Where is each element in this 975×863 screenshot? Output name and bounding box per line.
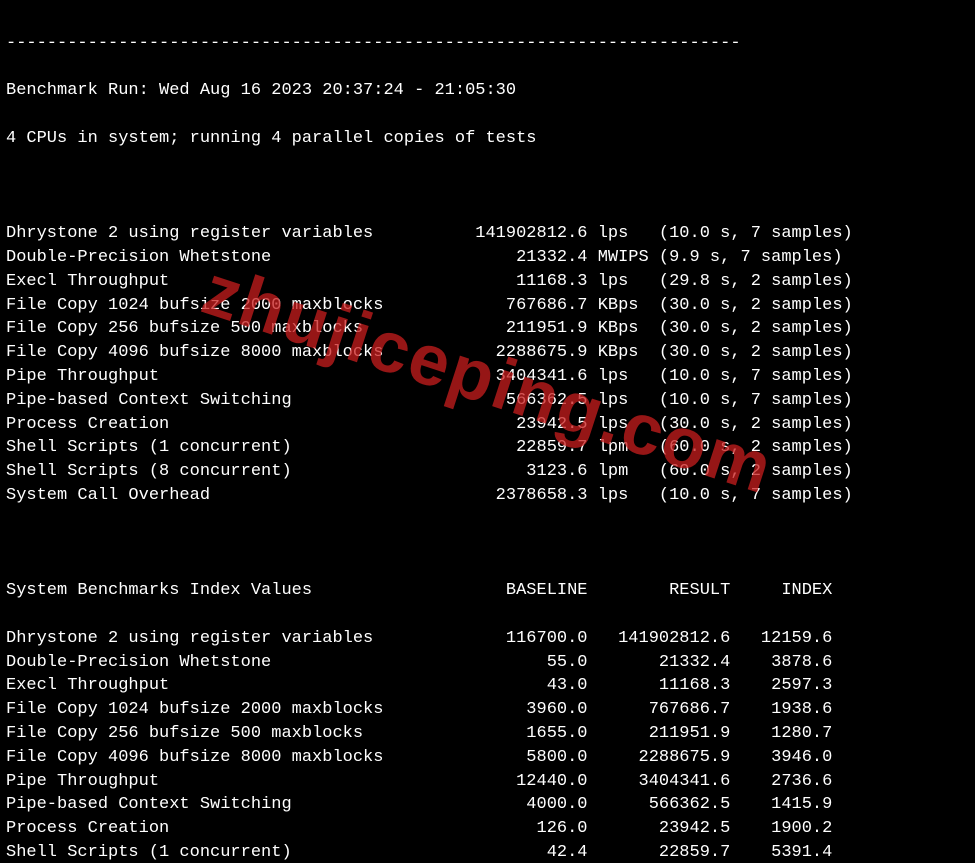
cpu-info-line: 4 CPUs in system; running 4 parallel cop…: [6, 127, 969, 151]
index-row-line: Pipe-based Context Switching 4000.0 5663…: [6, 793, 969, 817]
index-row-line: Double-Precision Whetstone 55.0 21332.4 …: [6, 651, 969, 675]
index-row-line: Shell Scripts (1 concurrent) 42.4 22859.…: [6, 841, 969, 863]
test-result-line: File Copy 4096 bufsize 8000 maxblocks 22…: [6, 341, 969, 365]
tests-block: Dhrystone 2 using register variables 141…: [6, 222, 969, 508]
test-result-line: Shell Scripts (8 concurrent) 3123.6 lpm …: [6, 460, 969, 484]
index-row-line: File Copy 256 bufsize 500 maxblocks 1655…: [6, 722, 969, 746]
test-result-line: File Copy 256 bufsize 500 maxblocks 2119…: [6, 317, 969, 341]
test-result-line: Dhrystone 2 using register variables 141…: [6, 222, 969, 246]
index-row-line: Dhrystone 2 using register variables 116…: [6, 627, 969, 651]
test-result-line: Pipe Throughput 3404341.6 lps (10.0 s, 7…: [6, 365, 969, 389]
index-row-line: Pipe Throughput 12440.0 3404341.6 2736.6: [6, 770, 969, 794]
test-result-line: System Call Overhead 2378658.3 lps (10.0…: [6, 484, 969, 508]
index-header-line: System Benchmarks Index Values BASELINE …: [6, 579, 969, 603]
test-result-line: Shell Scripts (1 concurrent) 22859.7 lpm…: [6, 436, 969, 460]
blank-line: [6, 532, 969, 556]
divider-line: ----------------------------------------…: [6, 32, 969, 56]
test-result-line: Double-Precision Whetstone 21332.4 MWIPS…: [6, 246, 969, 270]
test-result-line: Execl Throughput 11168.3 lps (29.8 s, 2 …: [6, 270, 969, 294]
benchmark-run-line: Benchmark Run: Wed Aug 16 2023 20:37:24 …: [6, 79, 969, 103]
index-block: Dhrystone 2 using register variables 116…: [6, 627, 969, 863]
terminal-output: ----------------------------------------…: [0, 0, 975, 863]
index-row-line: File Copy 4096 bufsize 8000 maxblocks 58…: [6, 746, 969, 770]
test-result-line: Process Creation 23942.5 lps (30.0 s, 2 …: [6, 413, 969, 437]
test-result-line: Pipe-based Context Switching 566362.5 lp…: [6, 389, 969, 413]
index-row-line: Process Creation 126.0 23942.5 1900.2: [6, 817, 969, 841]
blank-line: [6, 175, 969, 199]
index-row-line: File Copy 1024 bufsize 2000 maxblocks 39…: [6, 698, 969, 722]
index-row-line: Execl Throughput 43.0 11168.3 2597.3: [6, 674, 969, 698]
test-result-line: File Copy 1024 bufsize 2000 maxblocks 76…: [6, 294, 969, 318]
